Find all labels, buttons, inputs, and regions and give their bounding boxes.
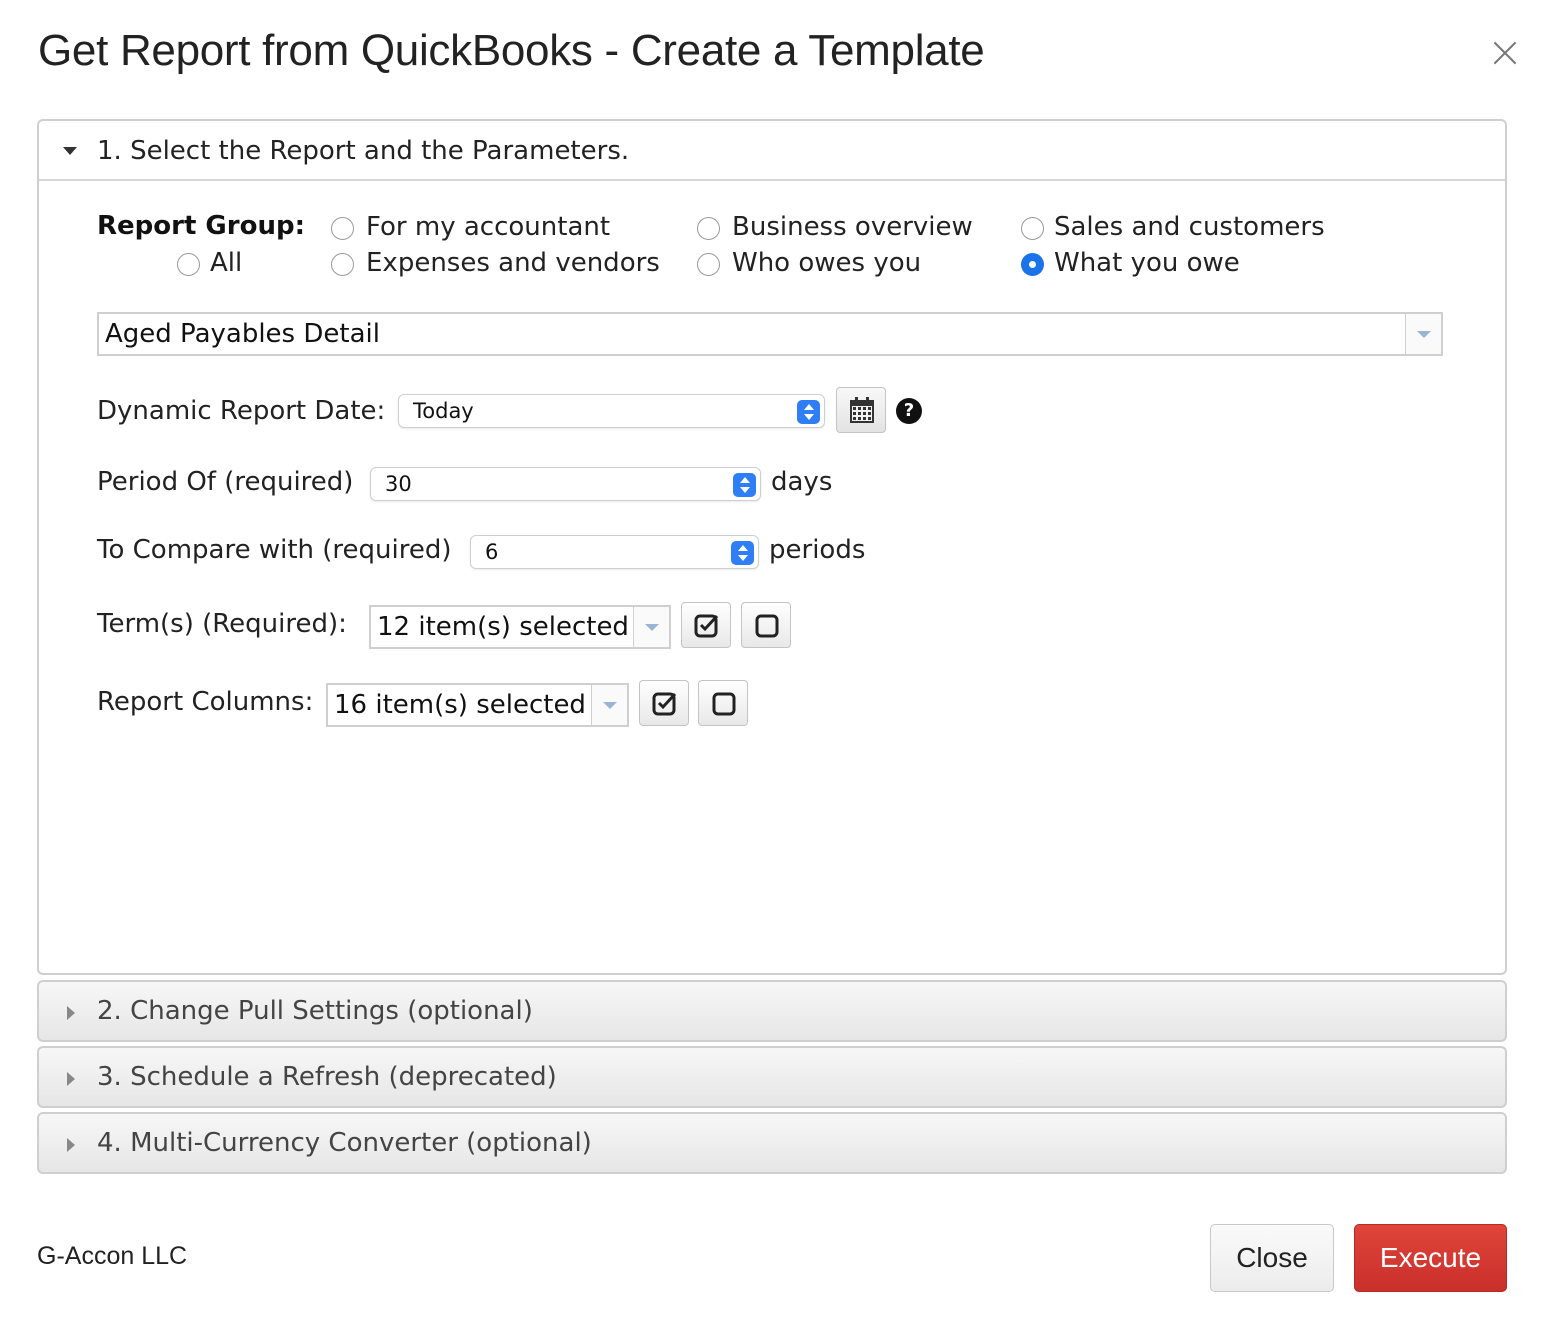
report-columns-label: Report Columns: bbox=[97, 687, 314, 717]
close-button[interactable]: Close bbox=[1210, 1224, 1334, 1292]
report-columns-value: 16 item(s) selected bbox=[334, 690, 586, 720]
period-of-select[interactable]: 30 bbox=[370, 467, 761, 501]
select-stepper-icon bbox=[731, 541, 754, 565]
radio-for-my-accountant[interactable] bbox=[331, 217, 354, 240]
report-columns-multiselect[interactable]: 16 item(s) selected bbox=[326, 683, 629, 727]
radio-label-who-owes-you[interactable]: Who owes you bbox=[732, 248, 921, 278]
dynamic-date-label: Dynamic Report Date: bbox=[97, 396, 386, 426]
terms-clear-all-button[interactable] bbox=[741, 602, 791, 648]
select-stepper-icon bbox=[733, 473, 756, 497]
radio-all[interactable] bbox=[177, 253, 200, 276]
checkbox-checked-icon bbox=[694, 614, 719, 638]
radio-label-all[interactable]: All bbox=[210, 248, 242, 278]
section-multi-currency[interactable]: 4. Multi-Currency Converter (optional) bbox=[37, 1112, 1507, 1174]
compare-with-label: To Compare with (required) bbox=[97, 535, 452, 565]
brand-label: G-Accon LLC bbox=[37, 1242, 188, 1270]
caret-down-icon bbox=[63, 147, 77, 155]
section-select-report-header[interactable]: 1. Select the Report and the Parameters. bbox=[39, 121, 1505, 181]
compare-with-suffix: periods bbox=[769, 535, 866, 565]
compare-with-value: 6 bbox=[485, 540, 499, 564]
section-title: 4. Multi-Currency Converter (optional) bbox=[97, 1128, 592, 1158]
terms-multiselect[interactable]: 12 item(s) selected bbox=[369, 605, 671, 649]
radio-label-business-overview[interactable]: Business overview bbox=[732, 212, 973, 242]
report-group-label: Report Group: bbox=[97, 211, 305, 241]
compare-with-select[interactable]: 6 bbox=[470, 535, 759, 569]
caret-right-icon bbox=[67, 1006, 75, 1020]
columns-select-all-button[interactable] bbox=[639, 680, 689, 726]
terms-select-all-button[interactable] bbox=[681, 602, 731, 648]
radio-label-expenses-and-vendors[interactable]: Expenses and vendors bbox=[366, 248, 660, 278]
execute-button[interactable]: Execute bbox=[1354, 1224, 1507, 1292]
calendar-icon bbox=[850, 397, 874, 423]
section-schedule-refresh[interactable]: 3. Schedule a Refresh (deprecated) bbox=[37, 1046, 1507, 1108]
radio-expenses-and-vendors[interactable] bbox=[331, 253, 354, 276]
section-title: 3. Schedule a Refresh (deprecated) bbox=[97, 1062, 557, 1092]
report-select-value: Aged Payables Detail bbox=[105, 319, 380, 349]
section-pull-settings[interactable]: 2. Change Pull Settings (optional) bbox=[37, 980, 1507, 1042]
dialog-title: Get Report from QuickBooks - Create a Te… bbox=[38, 26, 985, 75]
help-icon[interactable]: ? bbox=[896, 398, 922, 424]
radio-sales-and-customers[interactable] bbox=[1021, 217, 1044, 240]
dynamic-date-value: Today bbox=[413, 399, 474, 423]
radio-business-overview[interactable] bbox=[697, 217, 720, 240]
caret-right-icon bbox=[67, 1138, 75, 1152]
chevron-down-icon[interactable] bbox=[1405, 314, 1441, 354]
select-stepper-icon bbox=[797, 400, 820, 424]
section-title: 1. Select the Report and the Parameters. bbox=[97, 136, 630, 166]
radio-label-sales-and-customers[interactable]: Sales and customers bbox=[1054, 212, 1325, 242]
terms-value: 12 item(s) selected bbox=[377, 612, 629, 642]
period-of-value: 30 bbox=[385, 472, 412, 496]
calendar-button[interactable] bbox=[836, 387, 886, 433]
period-of-label: Period Of (required) bbox=[97, 467, 354, 497]
radio-label-for-my-accountant[interactable]: For my accountant bbox=[366, 212, 610, 242]
checkbox-empty-icon bbox=[712, 692, 736, 716]
close-icon[interactable] bbox=[1488, 36, 1522, 70]
radio-what-you-owe[interactable] bbox=[1021, 253, 1044, 276]
radio-who-owes-you[interactable] bbox=[697, 253, 720, 276]
section-title: 2. Change Pull Settings (optional) bbox=[97, 996, 533, 1026]
chevron-down-icon[interactable] bbox=[591, 685, 627, 725]
radio-label-what-you-owe[interactable]: What you owe bbox=[1054, 248, 1240, 278]
checkbox-checked-icon bbox=[652, 692, 677, 716]
report-select[interactable]: Aged Payables Detail bbox=[97, 312, 1443, 356]
terms-label: Term(s) (Required): bbox=[97, 609, 347, 639]
period-of-suffix: days bbox=[771, 467, 833, 497]
caret-right-icon bbox=[67, 1072, 75, 1086]
checkbox-empty-icon bbox=[755, 614, 779, 638]
chevron-down-icon[interactable] bbox=[633, 607, 669, 647]
dynamic-date-select[interactable]: Today bbox=[398, 394, 825, 428]
columns-clear-all-button[interactable] bbox=[698, 680, 748, 726]
